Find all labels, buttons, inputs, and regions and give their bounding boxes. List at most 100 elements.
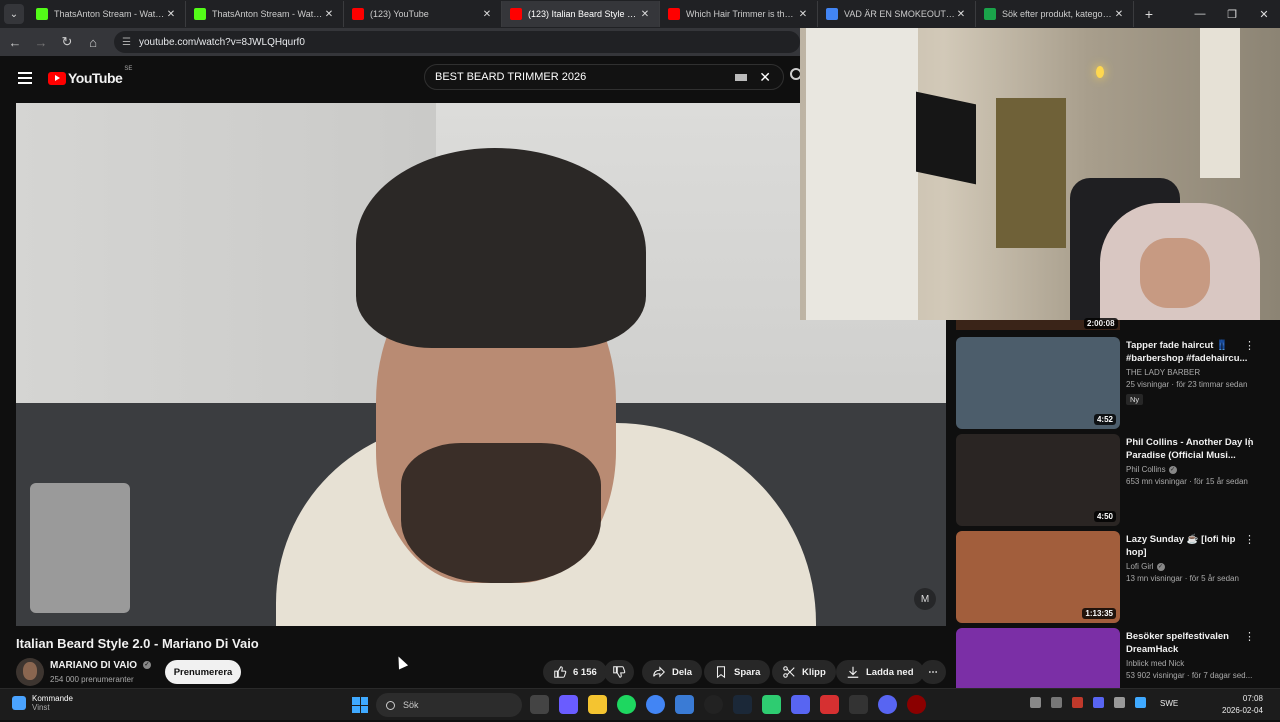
recommendation-channel[interactable]: THE LADY BARBER: [1126, 368, 1256, 377]
recommendation-stats: 653 mn visningar · för 15 år sedan: [1126, 477, 1248, 486]
file-explorer-icon[interactable]: [588, 695, 607, 714]
close-tab-icon[interactable]: ✕: [639, 9, 651, 20]
browser-tab[interactable]: (123) Italian Beard Style 2.0 ✕: [502, 1, 660, 27]
recommendation-title: Phil Collins - Another Day In Paradise (…: [1126, 437, 1254, 461]
share-label: Dela: [672, 666, 693, 678]
app-icon[interactable]: [907, 695, 926, 714]
tab-title: ThatsAnton Stream - Watch Live: [54, 9, 165, 19]
back-icon[interactable]: ←: [4, 35, 26, 50]
url-field[interactable]: ☰ youtube.com/watch?v=8JWLQHqurf0: [114, 31, 800, 53]
task-view-icon[interactable]: [530, 695, 549, 714]
close-tab-icon[interactable]: ✕: [323, 9, 335, 20]
channel-text: THE LADY BARBER: [1126, 368, 1201, 377]
recommendation-item[interactable]: 1:13:35 Lazy Sunday ☕ [lofi hip hop] Lofi …: [956, 531, 1280, 625]
weather-widget[interactable]: Kommande Vinst: [12, 694, 73, 712]
webcam-tv: [916, 91, 976, 185]
browser-tab[interactable]: VAD ÄR EN SMOKEOUT - Google✕: [818, 1, 976, 27]
clip-button[interactable]: Klipp: [772, 660, 836, 684]
tab-title: Sök efter produkt, kategori eller: [1002, 9, 1113, 19]
dislike-button[interactable]: [604, 660, 634, 684]
share-button[interactable]: Dela: [642, 660, 703, 684]
tray-icon[interactable]: [1093, 697, 1104, 708]
avatar[interactable]: [16, 658, 44, 686]
browser-tab[interactable]: (123) YouTube ✕: [344, 1, 502, 27]
favicon-icon: [352, 8, 364, 20]
browser-tab[interactable]: ThatsAnton Stream - Watch Live✕: [186, 1, 344, 27]
video-title: Italian Beard Style 2.0 - Mariano Di Vai…: [16, 636, 259, 651]
video-thumbnail[interactable]: 1:13:35: [956, 531, 1120, 623]
youtube-logo[interactable]: YouTube SE: [48, 66, 132, 86]
maximize-icon[interactable]: ❐: [1216, 8, 1248, 21]
capcut-icon[interactable]: [849, 695, 868, 714]
recommendation-item[interactable]: 4:50 Phil Collins - Another Day In Paradi…: [956, 434, 1280, 528]
close-tab-icon[interactable]: ✕: [1113, 9, 1125, 20]
channel-name[interactable]: MARIANO DI VAIO ✓: [50, 660, 151, 671]
recommendation-channel[interactable]: Lofi Girl ✓: [1126, 562, 1256, 571]
tab-title: (123) Italian Beard Style 2.0: [528, 9, 639, 19]
windows-start-icon[interactable]: [352, 697, 368, 713]
verified-icon: ✓: [142, 661, 151, 670]
app-icon[interactable]: [675, 695, 694, 714]
weather-icon: [12, 696, 26, 710]
recommendation-item[interactable]: 4:52 Tapper fade haircut 👖 #barbershop #f…: [956, 337, 1280, 431]
site-info-icon[interactable]: ☰: [122, 37, 131, 48]
search-input[interactable]: BEST BEARD TRIMMER 2026 ✕: [424, 64, 784, 90]
browser-tab[interactable]: ThatsAnton Stream - Watch Live✕: [28, 1, 186, 27]
chrome-icon[interactable]: [646, 695, 665, 714]
copilot-icon[interactable]: [559, 695, 578, 714]
spotify-icon[interactable]: [617, 695, 636, 714]
home-icon[interactable]: ⌂: [82, 35, 104, 50]
video-thumbnail[interactable]: 4:52: [956, 337, 1120, 429]
close-tab-icon[interactable]: ✕: [797, 9, 809, 20]
app-icon[interactable]: [762, 695, 781, 714]
new-badge: Ny: [1126, 394, 1144, 405]
close-tab-icon[interactable]: ✕: [481, 9, 493, 20]
more-options-icon[interactable]: ⋮: [1244, 533, 1255, 546]
steam-icon[interactable]: [733, 695, 752, 714]
channel-watermark-icon[interactable]: M: [914, 588, 936, 610]
more-actions-button[interactable]: ⋯: [920, 660, 946, 684]
url-text: youtube.com/watch?v=8JWLQHqurf0: [138, 36, 305, 48]
clear-search-icon[interactable]: ✕: [759, 69, 771, 86]
tray-icon[interactable]: [1135, 697, 1146, 708]
like-button[interactable]: 6 156: [543, 660, 607, 684]
recommendation-title: Lazy Sunday ☕ [lofi hip hop]: [1126, 534, 1236, 558]
new-tab-button[interactable]: +: [1138, 3, 1160, 25]
tab-search-button[interactable]: ⌄: [4, 4, 24, 24]
browser-tab[interactable]: Which Hair Trimmer is the KING✕: [660, 1, 818, 27]
more-options-icon[interactable]: ⋮: [1244, 436, 1255, 449]
download-button[interactable]: Ladda ned: [836, 660, 924, 684]
forward-icon[interactable]: →: [30, 35, 52, 50]
save-button[interactable]: Spara: [704, 660, 771, 684]
minimize-icon[interactable]: —: [1184, 8, 1216, 21]
recommendation-channel[interactable]: Inblick med Nick: [1126, 659, 1256, 668]
teams-icon[interactable]: [791, 695, 810, 714]
keyboard-icon[interactable]: [735, 73, 748, 81]
language-indicator[interactable]: SWE: [1160, 699, 1178, 708]
more-options-icon[interactable]: ⋮: [1244, 339, 1255, 352]
github-icon[interactable]: [704, 695, 723, 714]
reload-icon[interactable]: ↻: [56, 34, 78, 50]
tray-icon[interactable]: [1072, 697, 1083, 708]
recommendation-channel[interactable]: Phil Collins ✓: [1126, 465, 1256, 474]
chevron-up-icon[interactable]: [1030, 697, 1041, 708]
taskbar-search-placeholder: Sök: [403, 700, 419, 710]
browser-tab[interactable]: Sök efter produkt, kategori eller✕: [976, 1, 1134, 27]
discord-icon[interactable]: [878, 695, 897, 714]
taskbar-search-input[interactable]: Sök: [376, 693, 522, 717]
thumbs-down-icon: [613, 666, 626, 678]
webcam-lamp: [1096, 66, 1104, 78]
download-label: Ladda ned: [866, 666, 914, 678]
more-options-icon[interactable]: ⋮: [1244, 630, 1255, 643]
close-tab-icon[interactable]: ✕: [955, 9, 967, 20]
video-thumbnail[interactable]: 4:50: [956, 434, 1120, 526]
close-tab-icon[interactable]: ✕: [165, 9, 177, 20]
close-window-icon[interactable]: ✕: [1248, 8, 1280, 21]
tray-icon[interactable]: [1051, 697, 1062, 708]
clock[interactable]: 07:08 2026-02-04: [1222, 693, 1263, 717]
app-icon[interactable]: [820, 695, 839, 714]
share-icon: [653, 666, 665, 678]
menu-icon[interactable]: [18, 72, 32, 84]
tray-icon[interactable]: [1114, 697, 1125, 708]
subscribe-button[interactable]: Prenumerera: [165, 660, 241, 684]
